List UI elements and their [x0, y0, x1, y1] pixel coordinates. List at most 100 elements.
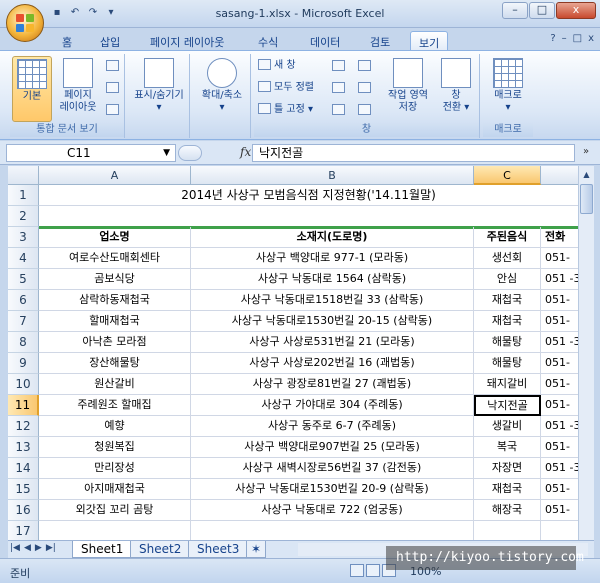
insert-function-icon[interactable]: fx	[240, 145, 251, 159]
full-screen-icon[interactable]	[106, 104, 119, 115]
cell-phone[interactable]: 051-	[541, 290, 578, 311]
sheet-tab-1[interactable]: Sheet1	[72, 541, 133, 558]
cell-phone[interactable]: 051-	[541, 374, 578, 395]
cell-phone[interactable]: 051 -3	[541, 332, 578, 353]
header-cell-address[interactable]: 소재지(도로명)	[191, 227, 474, 248]
empty-row-cell[interactable]	[39, 206, 578, 227]
cell-food[interactable]: 자장면	[474, 458, 541, 479]
formula-input[interactable]: 낙지전골	[252, 144, 575, 162]
cell-address[interactable]	[191, 521, 474, 540]
cell-address[interactable]: 사상구 백양대로 977-1 (모라동)	[191, 248, 474, 269]
first-sheet-icon[interactable]: |◀	[10, 543, 20, 553]
cell-food[interactable]: 재첩국	[474, 479, 541, 500]
cell-food[interactable]: 생갈비	[474, 416, 541, 437]
tab-insert[interactable]: 삽입	[92, 31, 128, 50]
expand-formula-bar-icon[interactable]: »	[578, 144, 594, 162]
close-button[interactable]: x	[556, 2, 596, 19]
cell-name[interactable]: 주례원조 할매집	[39, 395, 191, 416]
row-header[interactable]: 6	[8, 290, 39, 311]
switch-windows-button[interactable]: 창 전환 ▾	[436, 56, 476, 122]
cell-name[interactable]: 청원복집	[39, 437, 191, 458]
save-workspace-button[interactable]: 작업 영역 저장	[382, 56, 434, 122]
cell-phone[interactable]: 051 -3	[541, 269, 578, 290]
macros-button[interactable]: 매크로 ▾	[485, 56, 531, 122]
cell-name[interactable]: 할매재첩국	[39, 311, 191, 332]
help-icon[interactable]: ?	[550, 33, 555, 44]
row-header[interactable]: 11	[8, 395, 39, 416]
cell-phone[interactable]: 051-	[541, 500, 578, 521]
cell-name[interactable]: 아낙촌 모라점	[39, 332, 191, 353]
cell-name[interactable]: 장산해물탕	[39, 353, 191, 374]
cell-address[interactable]: 사상구 백양대로907번길 25 (모라동)	[191, 437, 474, 458]
office-button[interactable]	[6, 4, 44, 42]
show-hide-button[interactable]: 표시/숨기기 ▾	[130, 56, 188, 122]
column-header-d[interactable]	[541, 166, 578, 185]
maximize-button[interactable]: □	[529, 2, 555, 19]
tab-review[interactable]: 검토	[362, 31, 398, 50]
column-header-c[interactable]: C	[474, 166, 541, 185]
cell-name[interactable]: 만리장성	[39, 458, 191, 479]
normal-view-shortcut-icon[interactable]	[350, 564, 364, 577]
row-header[interactable]: 9	[8, 353, 39, 374]
tab-home[interactable]: 홈	[54, 31, 80, 50]
row-header[interactable]: 4	[8, 248, 39, 269]
cell-food[interactable]: 복국	[474, 437, 541, 458]
name-box[interactable]: C11 ▼	[6, 144, 176, 162]
cell-name[interactable]: 예향	[39, 416, 191, 437]
minimize-ribbon-icon[interactable]: –	[562, 33, 567, 44]
cell-address[interactable]: 사상구 동주로 6-7 (주례동)	[191, 416, 474, 437]
row-header[interactable]: 5	[8, 269, 39, 290]
row-header[interactable]: 3	[8, 227, 39, 248]
cell-address[interactable]: 사상구 가야대로 304 (주례동)	[191, 395, 474, 416]
cell-food[interactable]: 재첩국	[474, 290, 541, 311]
cell-address[interactable]: 사상구 낙동대로1530번길 20-15 (삼락동)	[191, 311, 474, 332]
cell-phone[interactable]: 051-	[541, 248, 578, 269]
cell-address[interactable]: 사상구 낙동대로1530번길 20-9 (삼락동)	[191, 479, 474, 500]
sheet-tab-3[interactable]: Sheet3	[188, 541, 249, 558]
header-cell-name[interactable]: 업소명	[39, 227, 191, 248]
cell-name[interactable]: 곰보식당	[39, 269, 191, 290]
row-header[interactable]: 7	[8, 311, 39, 332]
cell-name[interactable]	[39, 521, 191, 540]
vertical-scrollbar[interactable]: ▲	[578, 166, 594, 540]
cell-food[interactable]: 해물탕	[474, 332, 541, 353]
arrange-all-button[interactable]: 모두 정렬	[258, 80, 314, 96]
insert-sheet-icon[interactable]: ✶	[246, 541, 267, 558]
cell-name[interactable]: 삼락하동재첩국	[39, 290, 191, 311]
header-cell-phone[interactable]: 전화	[541, 227, 578, 248]
cell-food[interactable]: 돼지갈비	[474, 374, 541, 395]
row-header[interactable]: 10	[8, 374, 39, 395]
cell-phone[interactable]: 051-	[541, 479, 578, 500]
cell-food[interactable]: 생선회	[474, 248, 541, 269]
cell-address[interactable]: 사상구 광장로81번길 27 (괘법동)	[191, 374, 474, 395]
sheet-tab-2[interactable]: Sheet2	[130, 541, 191, 558]
cell-name[interactable]: 아지매재첩국	[39, 479, 191, 500]
reset-window-position-icon[interactable]	[358, 104, 371, 115]
formula-bar-expand-handle[interactable]	[178, 145, 202, 161]
vertical-scroll-thumb[interactable]	[580, 184, 593, 214]
close-workbook-icon[interactable]: x	[588, 33, 594, 44]
row-header[interactable]: 8	[8, 332, 39, 353]
hide-window-icon[interactable]	[332, 82, 345, 93]
row-header[interactable]: 16	[8, 500, 39, 521]
cell-address[interactable]: 사상구 낙동대로 722 (엄궁동)	[191, 500, 474, 521]
cell-address[interactable]: 사상구 새벽시장로56번길 37 (감전동)	[191, 458, 474, 479]
last-sheet-icon[interactable]: ▶|	[46, 543, 56, 553]
select-all-corner[interactable]	[8, 166, 39, 185]
cell-food[interactable]: 재첩국	[474, 311, 541, 332]
cell-name[interactable]: 외갓집 꼬리 곰탕	[39, 500, 191, 521]
tab-page-layout[interactable]: 페이지 레이아웃	[142, 31, 232, 50]
row-header[interactable]: 1	[8, 185, 39, 206]
synchronous-scrolling-icon[interactable]	[358, 82, 371, 93]
next-sheet-icon[interactable]: ▶	[35, 543, 42, 553]
row-header[interactable]: 15	[8, 479, 39, 500]
cell-address[interactable]: 사상구 낙동대로1518번길 33 (삼락동)	[191, 290, 474, 311]
tab-formulas[interactable]: 수식	[250, 31, 286, 50]
restore-icon[interactable]: □	[573, 33, 582, 44]
name-box-dropdown-icon[interactable]: ▼	[163, 145, 170, 161]
cell-name[interactable]: 원산갈비	[39, 374, 191, 395]
cell-food[interactable]: 해장국	[474, 500, 541, 521]
row-header[interactable]: 17	[8, 521, 39, 540]
page-break-preview-icon[interactable]	[106, 60, 119, 71]
cell-phone[interactable]: 051-	[541, 395, 578, 416]
